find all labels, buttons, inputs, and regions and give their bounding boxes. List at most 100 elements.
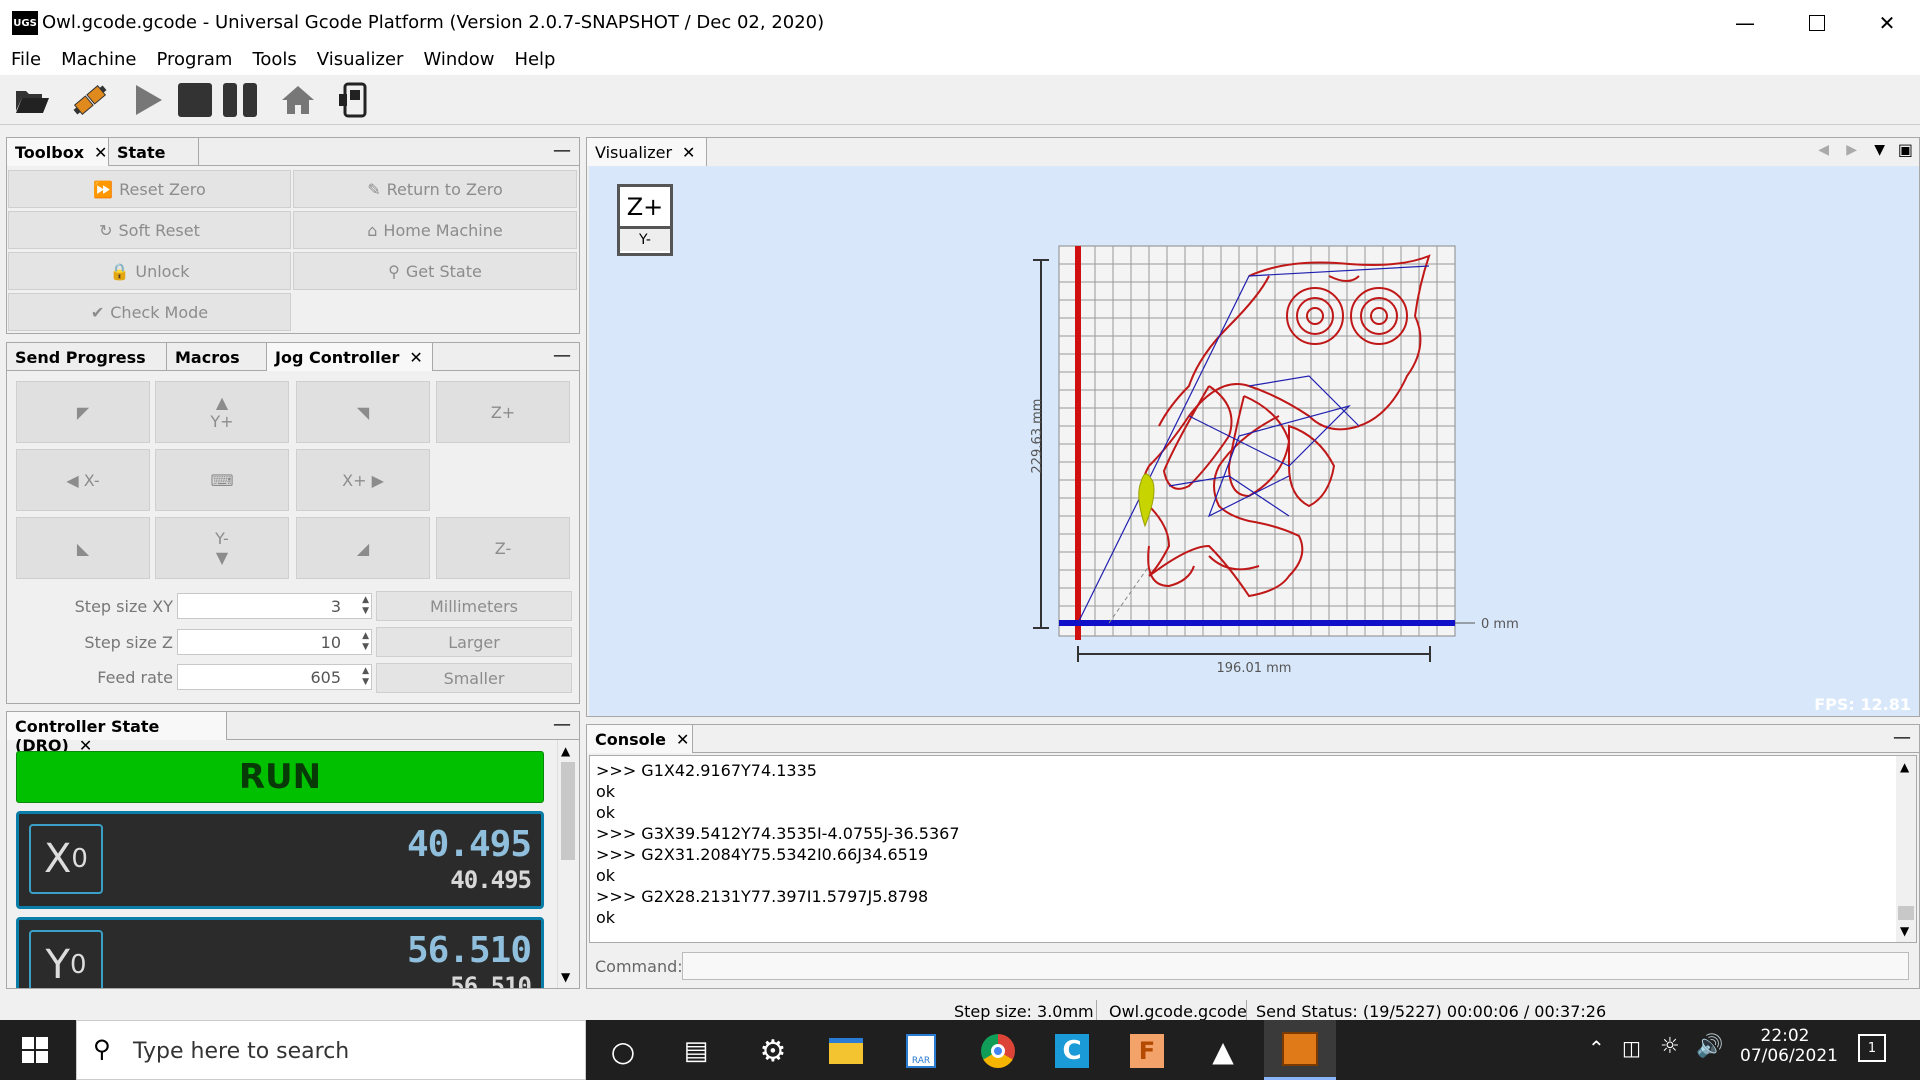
view-cube-front[interactable]: Y- — [620, 229, 670, 251]
chrome-icon[interactable] — [979, 1032, 1017, 1070]
winrar-icon[interactable]: RAR — [902, 1032, 940, 1070]
home-button[interactable] — [278, 81, 318, 119]
return-to-zero-icon: ✎ — [367, 179, 381, 199]
scroll-up-icon[interactable]: ▲ — [561, 744, 570, 758]
close-icon[interactable]: ✕ — [409, 348, 422, 367]
check-mode-button[interactable]: ✔ Check Mode — [8, 293, 291, 331]
console-scrollbar[interactable]: ▲ ▼ — [1896, 756, 1916, 942]
scroll-down-icon[interactable]: ▼ — [1900, 924, 1909, 938]
width-label: 196.01 mm — [1217, 661, 1292, 676]
ugs-taskbar-button[interactable] — [1264, 1020, 1336, 1080]
pause-button[interactable] — [221, 81, 261, 119]
menu-machine[interactable]: Machine — [50, 45, 145, 70]
command-input[interactable] — [682, 952, 1909, 980]
notifications-icon[interactable]: 1 — [1858, 1034, 1886, 1062]
jog-keyboard-button[interactable]: ⌨ — [155, 449, 289, 511]
start-button[interactable] — [16, 1031, 54, 1069]
soft-reset-button[interactable]: ↻ Soft Reset — [8, 211, 291, 249]
visualizer-canvas[interactable]: 229.63 mm 196.01 mm 0 mm FPS: 12.81 Z+ Y… — [589, 166, 1919, 716]
tab-console[interactable]: Console ✕ — [587, 725, 693, 753]
get-state-button[interactable]: ⚲ Get State — [293, 252, 577, 290]
minimize-panel-icon[interactable]: — — [553, 140, 571, 161]
scroll-thumb[interactable] — [1898, 906, 1914, 920]
tab-macros[interactable]: Macros — [167, 343, 267, 371]
jog-z-plus-button[interactable]: Z+ — [436, 381, 570, 443]
stop-button[interactable] — [175, 81, 215, 119]
step-size-xy-input[interactable]: 3 ▲ ▼ — [177, 593, 372, 619]
dro-scrollbar[interactable]: ▲ ▼ — [557, 740, 579, 988]
jog-y-minus-button[interactable]: Y- ▼ — [155, 517, 289, 579]
settings-icon[interactable]: ⚙ — [754, 1032, 792, 1070]
unlock-button[interactable]: 🔒 Unlock — [8, 252, 291, 290]
scroll-tabs-right-icon[interactable]: ▶ — [1846, 142, 1857, 158]
feed-rate-input[interactable]: 605 ▲ ▼ — [177, 664, 372, 690]
step-size-z-input[interactable]: 10 ▲ ▼ — [177, 629, 372, 655]
battery-icon[interactable]: ◫ — [1622, 1036, 1641, 1060]
x-axis-label[interactable]: X0 — [29, 824, 103, 894]
spinner-arrows-icon[interactable]: ▲ ▼ — [362, 631, 369, 653]
fusion-icon[interactable]: F — [1128, 1032, 1166, 1070]
scroll-thumb[interactable] — [561, 762, 575, 860]
return-to-zero-button[interactable]: ✎ Return to Zero — [293, 170, 577, 208]
inkscape-icon[interactable]: ▲ — [1204, 1032, 1242, 1070]
jog-x-minus-button[interactable]: ◀ X- — [16, 449, 150, 511]
tab-visualizer[interactable]: Visualizer ✕ — [587, 138, 707, 166]
tab-send-progress[interactable]: Send Progress — [7, 343, 167, 371]
wifi-icon[interactable]: ☼ — [1660, 1034, 1680, 1059]
tab-list-icon[interactable]: ▼ — [1874, 142, 1885, 158]
scroll-up-icon[interactable]: ▲ — [1900, 760, 1909, 774]
minimize-panel-icon[interactable]: — — [1893, 727, 1911, 748]
menu-tools[interactable]: Tools — [241, 45, 305, 70]
menu-file[interactable]: File — [0, 45, 50, 70]
open-button[interactable] — [12, 81, 52, 119]
larger-button[interactable]: Larger — [376, 627, 572, 657]
menu-program[interactable]: Program — [145, 45, 241, 70]
tab-toolbox[interactable]: Toolbox ✕ — [7, 138, 109, 166]
close-button[interactable]: ✕ — [1864, 6, 1910, 40]
jog-x-plus-y-plus-button[interactable]: ◥ — [296, 381, 430, 443]
file-explorer-icon[interactable] — [827, 1032, 865, 1070]
menu-visualizer[interactable]: Visualizer — [306, 45, 413, 70]
console-output[interactable]: >>> G1X42.9167Y74.1335 ok ok >>> G3X39.5412… — [589, 755, 1917, 943]
ccleaner-icon[interactable]: C — [1053, 1032, 1091, 1070]
maximize-panel-icon[interactable]: ▣ — [1898, 140, 1913, 159]
spinner-arrows-icon[interactable]: ▲ ▼ — [362, 595, 369, 617]
tab-jog-controller[interactable]: Jog Controller ✕ — [267, 343, 433, 371]
menu-window[interactable]: Window — [412, 45, 503, 70]
menu-help[interactable]: Help — [503, 45, 564, 70]
taskbar-search[interactable]: ⚲ Type here to search — [76, 1020, 586, 1080]
jog-x-plus-y-minus-button[interactable]: ◢ — [296, 517, 430, 579]
volume-icon[interactable]: 🔊 — [1696, 1034, 1723, 1059]
minimize-panel-icon[interactable]: — — [553, 345, 571, 366]
jog-x-plus-button[interactable]: X+ ▶ — [296, 449, 430, 511]
reset-zero-button[interactable]: ⏩ Reset Zero — [8, 170, 291, 208]
home-machine-button[interactable]: ⌂ Home Machine — [293, 211, 577, 249]
taskbar-clock[interactable]: 22:02 07/06/2021 — [1740, 1026, 1838, 1066]
play-button[interactable] — [128, 81, 168, 119]
maximize-button[interactable] — [1794, 6, 1840, 40]
jog-x-minus-y-plus-button[interactable]: ◤ — [16, 381, 150, 443]
tab-controller-state[interactable]: Controller State (DRO) ✕ — [7, 712, 227, 755]
minimize-button[interactable]: — — [1722, 6, 1768, 40]
spinner-arrows-icon[interactable]: ▲ ▼ — [362, 666, 369, 688]
minimize-panel-icon[interactable]: — — [553, 714, 571, 735]
close-icon[interactable]: ✕ — [682, 143, 695, 162]
show-hidden-icons-icon[interactable]: ⌃ — [1588, 1036, 1605, 1060]
scroll-tabs-left-icon[interactable]: ◀ — [1818, 142, 1829, 158]
pendant-button[interactable] — [334, 81, 374, 119]
view-cube-top[interactable]: Z+ — [620, 187, 670, 229]
y-axis-label[interactable]: Y0 — [29, 930, 103, 988]
close-icon[interactable]: ✕ — [94, 143, 107, 162]
scroll-down-icon[interactable]: ▼ — [561, 970, 570, 984]
tab-state[interactable]: State — [109, 138, 199, 166]
connect-button[interactable] — [70, 81, 110, 119]
task-view-icon[interactable]: ▤ — [677, 1032, 715, 1070]
view-cube[interactable]: Z+ Y- — [617, 184, 673, 256]
close-icon[interactable]: ✕ — [676, 730, 689, 749]
jog-y-plus-button[interactable]: ▲ Y+ — [155, 381, 289, 443]
units-button[interactable]: Millimeters — [376, 591, 572, 621]
smaller-button[interactable]: Smaller — [376, 663, 572, 693]
jog-z-minus-button[interactable]: Z- — [436, 517, 570, 579]
cortana-icon[interactable]: ○ — [604, 1032, 642, 1070]
jog-x-minus-y-minus-button[interactable]: ◣ — [16, 517, 150, 579]
